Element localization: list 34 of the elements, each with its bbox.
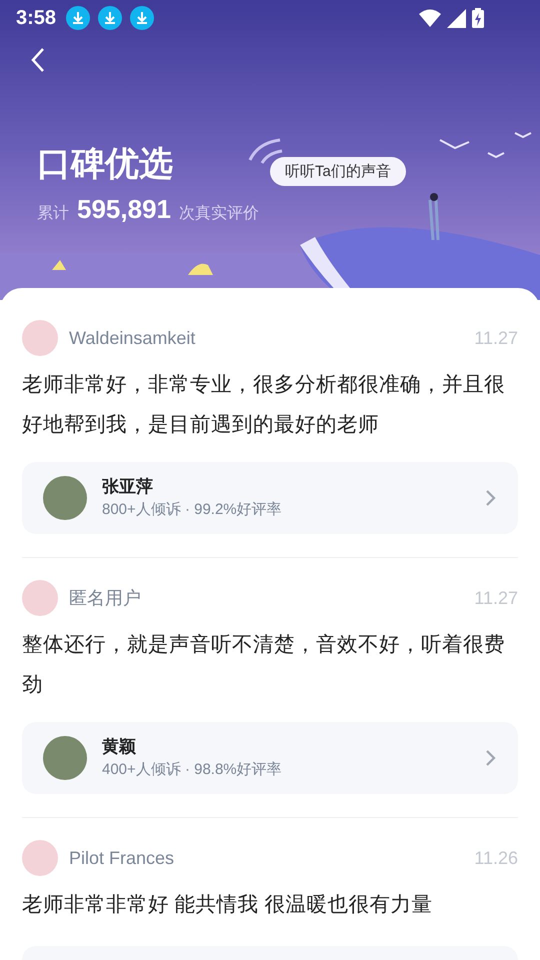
signal-icon <box>447 8 466 28</box>
review-date: 11.27 <box>474 326 518 350</box>
counselor-name: 张亚萍 <box>102 476 154 498</box>
user-avatar <box>22 840 58 876</box>
download-icon <box>66 6 90 30</box>
chevron-right-icon <box>485 489 497 507</box>
review-count: 595,891 <box>77 193 171 226</box>
counselor-name: 黄颖 <box>102 736 137 758</box>
speech-bubble: 听听Ta们的声音 <box>270 157 406 186</box>
user-name: Waldeinsamkeit <box>69 326 196 350</box>
count-prefix: 累计 <box>37 204 69 224</box>
download-icon <box>130 6 154 30</box>
banner-title: 口碑优选 <box>37 144 173 184</box>
download-icon <box>98 6 122 30</box>
review-text: 老师非常非常好 能共情我 很温暖也很有力量 <box>22 892 434 918</box>
user-avatar <box>22 580 58 616</box>
count-suffix: 次真实评价 <box>178 204 259 224</box>
review-text: 老师非常好，非常专业，很多分析都很准确，并且很好地帮到我，是目前遇到的最好的老师 <box>22 372 506 438</box>
battery-icon <box>472 8 484 28</box>
counselor-photo-placeholder <box>43 476 87 520</box>
review-date: 11.27 <box>474 586 518 610</box>
status-time: 3:58 <box>16 6 56 31</box>
counselor-stats: 400+人倾诉 · 98.8%好评率 <box>102 760 282 780</box>
wifi-icon <box>419 9 441 27</box>
review-date: 11.26 <box>474 846 518 870</box>
counselor-stats: 800+人倾诉 · 99.2%好评率 <box>102 500 282 520</box>
counselor-photo-placeholder <box>43 736 87 780</box>
counselor-card[interactable]: 黄颖 400+人倾诉 · 98.8%好评率 <box>22 722 518 794</box>
user-name: Pilot Frances <box>69 846 174 870</box>
counselor-card[interactable]: 张亚萍 800+人倾诉 · 99.2%好评率 <box>22 462 518 534</box>
user-avatar <box>22 320 58 356</box>
chevron-right-icon <box>485 749 497 767</box>
review-text: 整体还行，就是声音听不清楚，音效不好，听着很费劲 <box>22 632 506 698</box>
user-name: 匿名用户 <box>69 586 141 610</box>
